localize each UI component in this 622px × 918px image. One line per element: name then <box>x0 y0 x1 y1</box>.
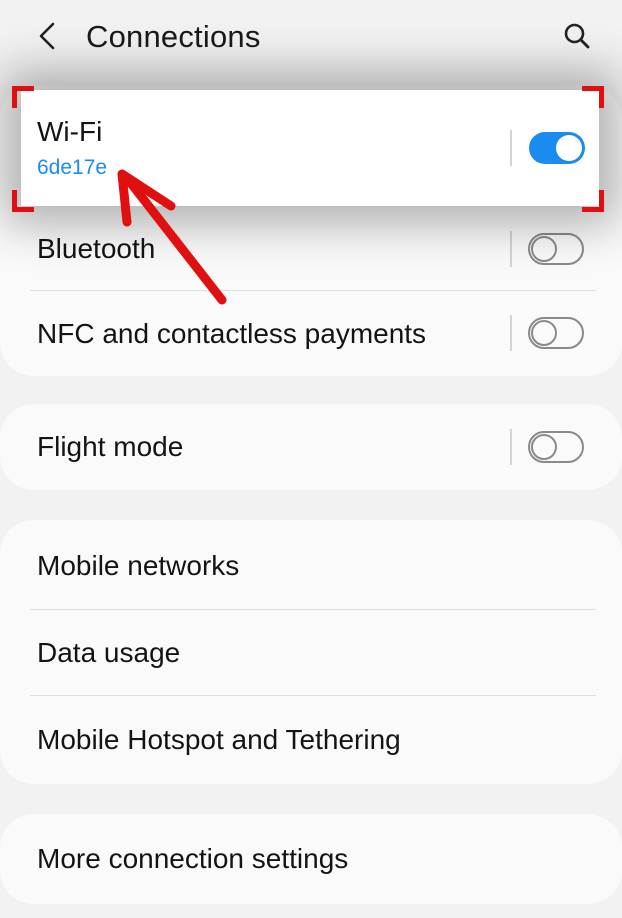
app-bar: Connections <box>0 0 622 76</box>
row-separator <box>510 429 512 465</box>
toggle-knob <box>531 236 557 262</box>
bluetooth-toggle[interactable] <box>528 233 584 265</box>
list-item-more-connection-settings[interactable]: More connection settings <box>0 814 622 904</box>
list-item-mobile-hotspot[interactable]: Mobile Hotspot and Tethering <box>0 696 622 784</box>
connections-card-flight: Flight mode <box>0 404 622 490</box>
mobile-hotspot-label: Mobile Hotspot and Tethering <box>37 724 401 755</box>
mobile-networks-label: Mobile networks <box>37 550 240 581</box>
row-separator <box>510 130 512 166</box>
nfc-toggle[interactable] <box>528 317 584 349</box>
search-icon <box>564 23 590 49</box>
back-button[interactable] <box>26 14 70 58</box>
row-separator <box>510 231 512 267</box>
chevron-left-icon <box>39 22 55 50</box>
connections-screen: Connections Bluetooth NFC and contactles… <box>0 0 622 918</box>
row-divider <box>30 290 596 291</box>
highlight-corner-top-right <box>582 86 604 108</box>
connections-card-more: More connection settings <box>0 814 622 904</box>
highlight-corner-top-left <box>12 86 34 108</box>
flight-mode-label: Flight mode <box>37 431 184 462</box>
toggle-knob <box>531 434 557 460</box>
list-item-data-usage[interactable]: Data usage <box>0 610 622 696</box>
list-item-nfc[interactable]: NFC and contactless payments <box>0 292 622 376</box>
wifi-label: Wi-Fi <box>37 116 103 147</box>
list-item-wifi[interactable]: Wi-Fi 6de17e <box>21 90 599 206</box>
toggle-knob <box>556 135 582 161</box>
list-item-mobile-networks[interactable]: Mobile networks <box>0 520 622 610</box>
row-separator <box>510 315 512 351</box>
highlight-corner-bottom-left <box>12 190 34 212</box>
wifi-network-name: 6de17e <box>37 156 108 179</box>
highlight-corner-bottom-right <box>582 190 604 212</box>
connections-card-mobile: Mobile networks Data usage Mobile Hotspo… <box>0 520 622 784</box>
wifi-toggle[interactable] <box>529 132 585 164</box>
nfc-label: NFC and contactless payments <box>37 318 427 349</box>
data-usage-label: Data usage <box>37 637 181 668</box>
more-connection-settings-label: More connection settings <box>37 843 349 874</box>
search-button[interactable] <box>555 14 599 58</box>
bluetooth-label: Bluetooth <box>37 233 156 264</box>
toggle-knob <box>531 320 557 346</box>
page-title: Connections <box>86 19 261 54</box>
list-item-flight-mode[interactable]: Flight mode <box>0 404 622 490</box>
flight-mode-toggle[interactable] <box>528 431 584 463</box>
list-item-bluetooth[interactable]: Bluetooth <box>0 206 622 292</box>
